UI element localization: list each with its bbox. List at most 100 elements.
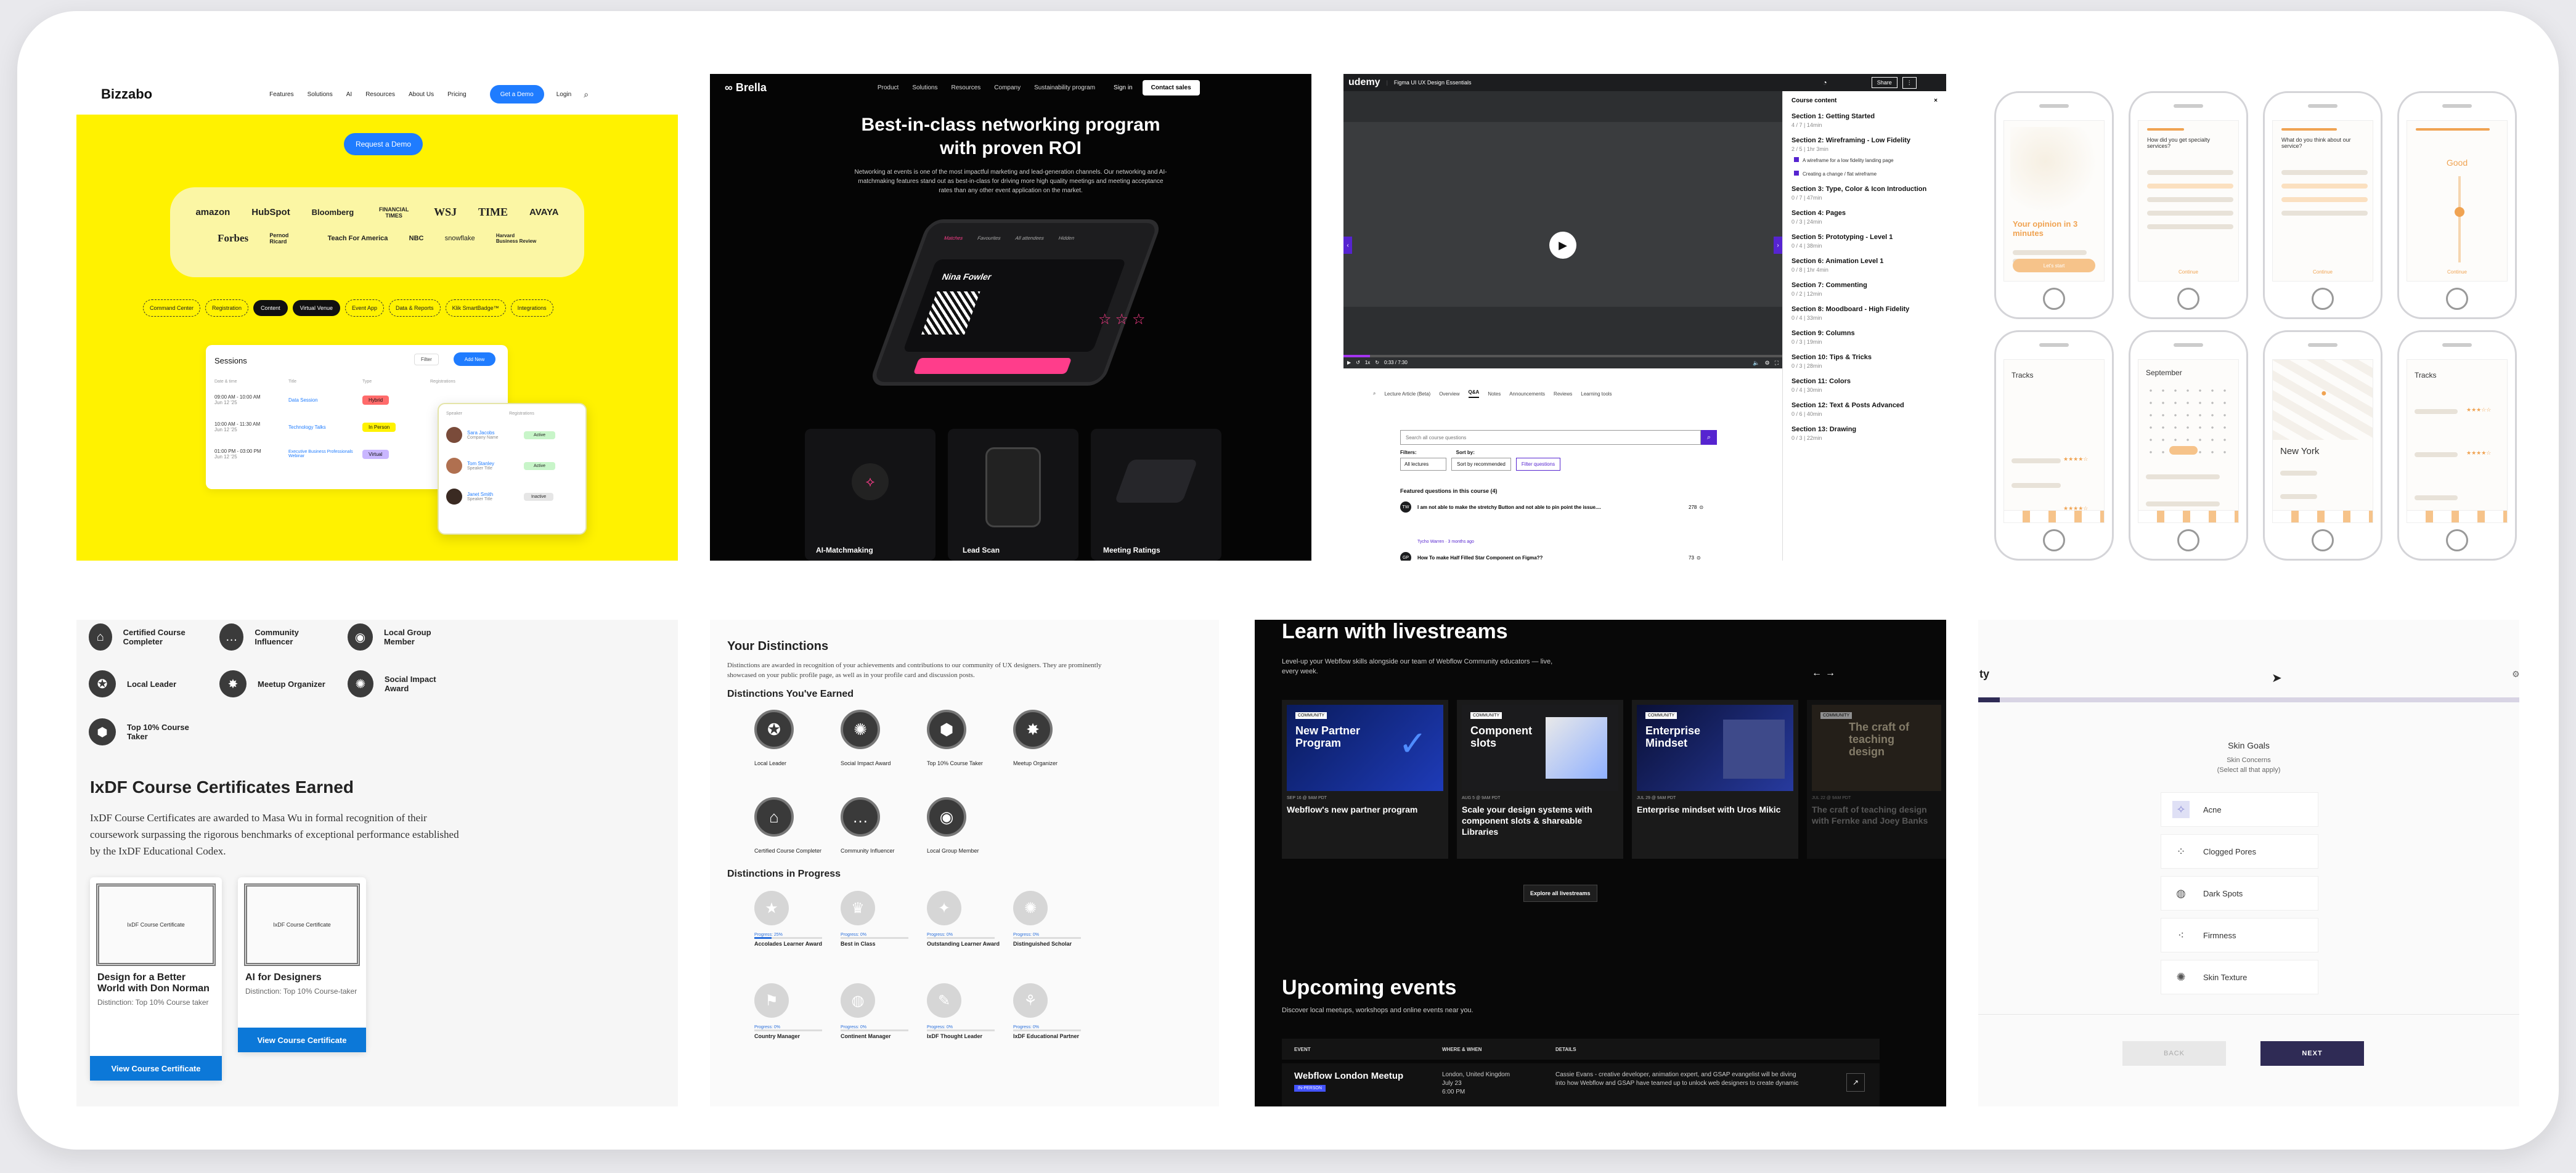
livestream-card[interactable]: Component slots COMMUNITY AUG 5 @ 9AM PD… (1457, 700, 1623, 859)
section-item[interactable]: Section 5: Prototyping - Level 10 / 4 | … (1783, 225, 1946, 249)
certificate-image[interactable]: IxDF Course Certificate (96, 883, 216, 966)
nav-item[interactable]: Features (269, 91, 293, 98)
qa-search-input[interactable] (1400, 430, 1701, 445)
schedule-button[interactable] (913, 358, 1072, 374)
continue-button[interactable]: Continue (2407, 269, 2507, 275)
chip-active[interactable]: Content (253, 300, 288, 316)
nav-item[interactable]: About Us (409, 91, 434, 98)
play-button[interactable]: ▶ (1549, 232, 1576, 259)
chip[interactable]: Data & Reports (389, 299, 441, 317)
upvote-icon[interactable]: ⊙ (1699, 505, 1703, 510)
rewind-icon[interactable]: ↺ (1356, 360, 1360, 365)
nav-item[interactable]: Sustainability program (1034, 84, 1095, 91)
close-icon[interactable]: × (1934, 97, 1938, 104)
chip-active[interactable]: Virtual Venue (292, 300, 340, 316)
sort-select[interactable]: Sort by recommended (1451, 458, 1511, 471)
section-item[interactable]: Section 9: Columns 0 / 3 | 19min (1783, 321, 1946, 345)
fullscreen-icon[interactable]: ⛶ (1775, 360, 1779, 367)
section-item[interactable]: Section 4: Pages 0 / 3 | 24min (1783, 201, 1946, 225)
section-item[interactable]: Section 7: Commenting 0 / 2 | 12min (1783, 273, 1946, 297)
rating-slider[interactable] (2458, 176, 2461, 262)
tab-active[interactable]: Q&A (1468, 389, 1480, 398)
nav-item[interactable]: Solutions (912, 84, 937, 91)
section-item[interactable]: Section 13: Drawing 0 / 3 | 22min (1783, 417, 1946, 441)
prev-arrow-icon[interactable]: ‹ (1343, 237, 1352, 254)
chip[interactable]: Event App (344, 299, 385, 317)
upvote-icon[interactable]: ⊙ (1697, 555, 1701, 561)
more-icon[interactable]: ⋮ (1902, 76, 1917, 89)
share-button[interactable]: Share (1871, 77, 1897, 88)
section-item[interactable]: Section 10: Tips & Tricks 0 / 3 | 28min (1783, 345, 1946, 369)
search-button[interactable]: ⌕ (1701, 430, 1717, 445)
explore-livestreams-button[interactable]: Explore all livestreams (1523, 885, 1597, 902)
video-progress[interactable] (1343, 355, 1782, 357)
rating-slider-thumb[interactable] (2455, 207, 2464, 217)
section-item[interactable]: Section 1: Getting Started 4 / 7 | 14min (1783, 104, 1946, 128)
next-arrow-icon[interactable]: › (1774, 237, 1782, 254)
livestream-card[interactable]: New Partner Program COMMUNITY ✓ SEP 16 @… (1282, 700, 1448, 859)
settings-icon[interactable]: ⚙ (2512, 669, 2519, 680)
section-item[interactable]: Section 3: Type, Color & Icon Introducti… (1783, 177, 1946, 201)
next-button[interactable]: NEXT (2260, 1041, 2364, 1066)
volume-icon[interactable]: 🔈 (1753, 360, 1759, 367)
skin-option-acne[interactable]: ✧ Acne (2161, 792, 2318, 827)
speaker-row[interactable]: Sara Jacobs Company Name Active (439, 420, 585, 450)
question-row[interactable]: TW I am not able to make the stretchy Bu… (1400, 501, 1721, 513)
chip[interactable]: Command Center (143, 299, 201, 317)
contact-sales-button[interactable]: Contact sales (1142, 79, 1200, 95)
play-icon[interactable]: ▶ (1347, 360, 1351, 365)
request-demo-button[interactable]: Request a Demo (344, 133, 423, 155)
get-demo-button[interactable]: Get a Demo (489, 85, 544, 104)
nav-item[interactable]: Resources (365, 91, 395, 98)
section-item[interactable]: Section 12: Text & Posts Advanced 0 / 6 |… (1783, 393, 1946, 417)
event-row[interactable]: Webflow London Meetup IN-PERSON London, … (1282, 1063, 1880, 1106)
certificate-image[interactable]: IxDF Course Certificate (244, 883, 360, 966)
lecture-item[interactable]: A wireframe for a low fidelity landing p… (1783, 152, 1946, 163)
brella-logo[interactable]: ∞ Brella (725, 81, 767, 94)
forward-icon[interactable]: ↻ (1375, 360, 1379, 365)
section-item[interactable]: Section 2: Wireframing - Low Fidelity 2 /… (1783, 128, 1946, 152)
start-button[interactable]: Let's start (2013, 259, 2095, 272)
view-certificate-button[interactable]: View Course Certificate (90, 1056, 222, 1081)
bizzabo-logo[interactable]: Bizzabo (101, 86, 152, 102)
section-item[interactable]: Section 8: Moodboard - High Fidelity 0 / … (1783, 297, 1946, 321)
tab[interactable]: Notes (1488, 391, 1501, 397)
video-player[interactable]: ▶ ‹ › ▶ ↺ 1x ↻ 0:33 / 7:30 🔈 ⚙ ⛶ (1343, 91, 1782, 368)
section-item[interactable]: Section 6: Animation Level 10 / 8 | 1hr … (1783, 249, 1946, 273)
search-icon[interactable]: ⌕ (1373, 391, 1376, 397)
arrow-right-icon[interactable]: → (1825, 668, 1835, 679)
livestream-card[interactable]: The craft of teaching design COMMUNITY J… (1807, 700, 1946, 859)
search-icon[interactable]: ⌕ (584, 89, 589, 100)
speaker-row[interactable]: Tom Stanley Speaker Title Active (439, 450, 585, 481)
tab[interactable]: Learning tools (1581, 391, 1612, 397)
nav-item[interactable]: Resources (951, 84, 980, 91)
tab[interactable]: Lecture Article (Beta) (1384, 391, 1430, 397)
speaker-row[interactable]: Janet Smith Speaker Title Inactive (439, 481, 585, 512)
skin-option-clogged-pores[interactable]: ⁘ Clogged Pores (2161, 834, 2318, 869)
section-item[interactable]: Section 11: Colors 0 / 4 | 30min (1783, 369, 1946, 393)
continue-button[interactable]: Continue (2138, 269, 2238, 275)
view-certificate-button[interactable]: View Course Certificate (238, 1028, 366, 1052)
chip[interactable]: Registration (205, 299, 249, 317)
map-pin-icon[interactable]: ● (2321, 388, 2327, 399)
filter-questions-button[interactable]: Filter questions (1515, 458, 1561, 471)
nav-item[interactable]: Solutions (308, 91, 333, 98)
back-button[interactable]: BACK (2122, 1041, 2226, 1066)
sign-in-link[interactable]: Sign in (1114, 84, 1133, 91)
chip[interactable]: Klik SmartBadge™ (445, 299, 506, 317)
table-row[interactable]: 09:00 AM - 10:00 AM Jun 12 '25 Data Sessio… (214, 394, 418, 405)
nav-item[interactable]: Product (878, 84, 899, 91)
skin-option-dark-spots[interactable]: ◍ Dark Spots (2161, 876, 2318, 911)
skin-option-firmness[interactable]: ⁖ Firmness (2161, 918, 2318, 952)
nav-item[interactable]: Company (994, 84, 1021, 91)
login-link[interactable]: Login (556, 91, 571, 98)
filter-select[interactable]: All lectures (1400, 458, 1447, 471)
livestream-card[interactable]: Enterprise Mindset COMMUNITY JUL 29 @ 9A… (1632, 700, 1798, 859)
table-row[interactable]: 10:00 AM - 11:30 AM Jun 12 '25 Technology … (214, 421, 418, 432)
lecture-item[interactable]: Creating a change / flat wireframe (1783, 163, 1946, 177)
arrow-left-icon[interactable]: ← (1812, 668, 1822, 679)
filter-select[interactable]: Filter (414, 354, 439, 365)
tab[interactable]: Announcements (1509, 391, 1545, 397)
table-row[interactable]: 01:00 PM - 03:00 PM Jun 12 '25 Executive B… (214, 448, 418, 460)
speed[interactable]: 1x (1365, 360, 1370, 365)
